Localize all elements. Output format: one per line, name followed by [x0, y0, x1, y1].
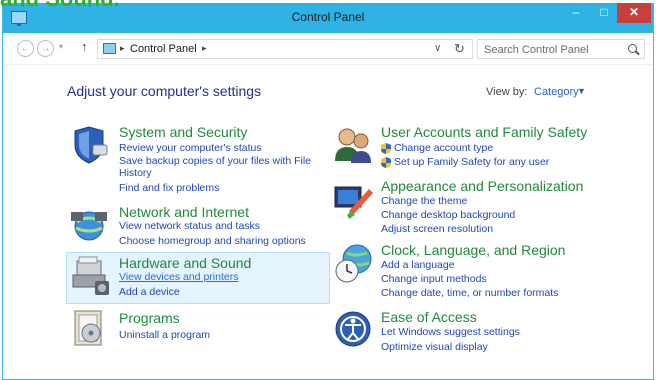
category-title-user-accounts[interactable]: User Accounts and Family Safety	[381, 124, 587, 140]
programs-icon	[74, 310, 102, 346]
control-panel-window: Control Panel – □ ✕ ← → ▾ ↑ ▸ Control Pa…	[2, 3, 654, 380]
category-title-system-security[interactable]: System and Security	[119, 124, 247, 140]
view-by-label: View by:	[486, 86, 528, 98]
category-title-ease-of-access[interactable]: Ease of Access	[381, 309, 477, 325]
window-title: Control Panel	[291, 10, 365, 24]
system-security-icon	[74, 126, 108, 164]
link-screen-resolution[interactable]: Adjust screen resolution	[381, 223, 493, 235]
breadcrumb-control-panel[interactable]: Control Panel	[130, 43, 197, 55]
link-review-status[interactable]: Review your computer's status	[119, 142, 262, 154]
uac-shield-icon	[381, 143, 391, 154]
chevron-down-icon[interactable]: ▼	[577, 86, 586, 96]
category-title-clock-language[interactable]: Clock, Language, and Region	[381, 242, 565, 258]
link-change-account-type[interactable]: Change account type	[394, 142, 493, 154]
link-file-history[interactable]: Save backup copies of your files with Fi…	[119, 155, 311, 167]
control-panel-icon	[103, 43, 116, 54]
link-devices-printers[interactable]: View devices and printers	[119, 271, 238, 283]
link-add-device[interactable]: Add a device	[119, 286, 180, 298]
page-title: Adjust your computer's settings	[67, 83, 262, 99]
appearance-icon	[334, 186, 373, 219]
address-field[interactable]: ▸ Control Panel ▸ ∨ ↻	[97, 39, 473, 59]
link-homegroup[interactable]: Choose homegroup and sharing options	[119, 235, 306, 247]
forward-button[interactable]: →	[37, 40, 54, 57]
network-internet-icon	[71, 211, 107, 241]
link-change-theme[interactable]: Change the theme	[381, 195, 467, 207]
clock-language-icon	[335, 244, 372, 283]
link-file-history-cont[interactable]: History	[119, 167, 152, 179]
link-family-safety[interactable]: Set up Family Safety for any user	[394, 156, 549, 168]
recent-locations-button[interactable]: ▾	[59, 42, 63, 51]
category-title-hardware-sound[interactable]: Hardware and Sound	[119, 255, 251, 271]
category-title-programs[interactable]: Programs	[119, 310, 180, 326]
search-icon[interactable]	[628, 44, 637, 53]
link-suggest-settings[interactable]: Let Windows suggest settings	[381, 326, 520, 338]
main-content: Adjust your computer's settings View by:…	[3, 65, 653, 379]
link-network-status[interactable]: View network status and tasks	[119, 220, 260, 232]
refresh-icon[interactable]: ↻	[454, 41, 465, 57]
close-button[interactable]: ✕	[617, 3, 651, 23]
link-find-fix-problems[interactable]: Find and fix problems	[119, 182, 219, 194]
back-button[interactable]: ←	[17, 40, 34, 57]
link-uninstall-program[interactable]: Uninstall a program	[119, 329, 210, 341]
address-dropdown-icon[interactable]: ∨	[434, 43, 441, 54]
chevron-right-icon[interactable]: ▸	[202, 43, 207, 54]
minimize-button[interactable]: –	[563, 3, 589, 23]
cropped-caption: and Sound.	[0, 0, 120, 12]
uac-shield-icon	[381, 157, 391, 168]
up-button[interactable]: ↑	[81, 39, 88, 54]
ease-of-access-icon	[335, 311, 371, 347]
link-add-language[interactable]: Add a language	[381, 259, 455, 271]
link-optimize-display[interactable]: Optimize visual display	[381, 341, 488, 353]
chevron-right-icon[interactable]: ▸	[120, 43, 125, 54]
link-date-time-formats[interactable]: Change date, time, or number formats	[381, 287, 558, 299]
view-by-dropdown[interactable]: Category	[534, 86, 579, 98]
search-input[interactable]	[484, 43, 620, 57]
category-title-network-internet[interactable]: Network and Internet	[119, 204, 249, 220]
user-accounts-icon	[335, 128, 371, 163]
hardware-sound-icon	[72, 256, 109, 295]
maximize-button[interactable]: □	[591, 3, 617, 23]
address-toolbar: ← → ▾ ↑ ▸ Control Panel ▸ ∨ ↻	[3, 33, 653, 65]
link-input-methods[interactable]: Change input methods	[381, 273, 487, 285]
search-box[interactable]	[477, 39, 645, 59]
link-desktop-background[interactable]: Change desktop background	[381, 209, 515, 221]
category-title-appearance[interactable]: Appearance and Personalization	[381, 178, 583, 194]
